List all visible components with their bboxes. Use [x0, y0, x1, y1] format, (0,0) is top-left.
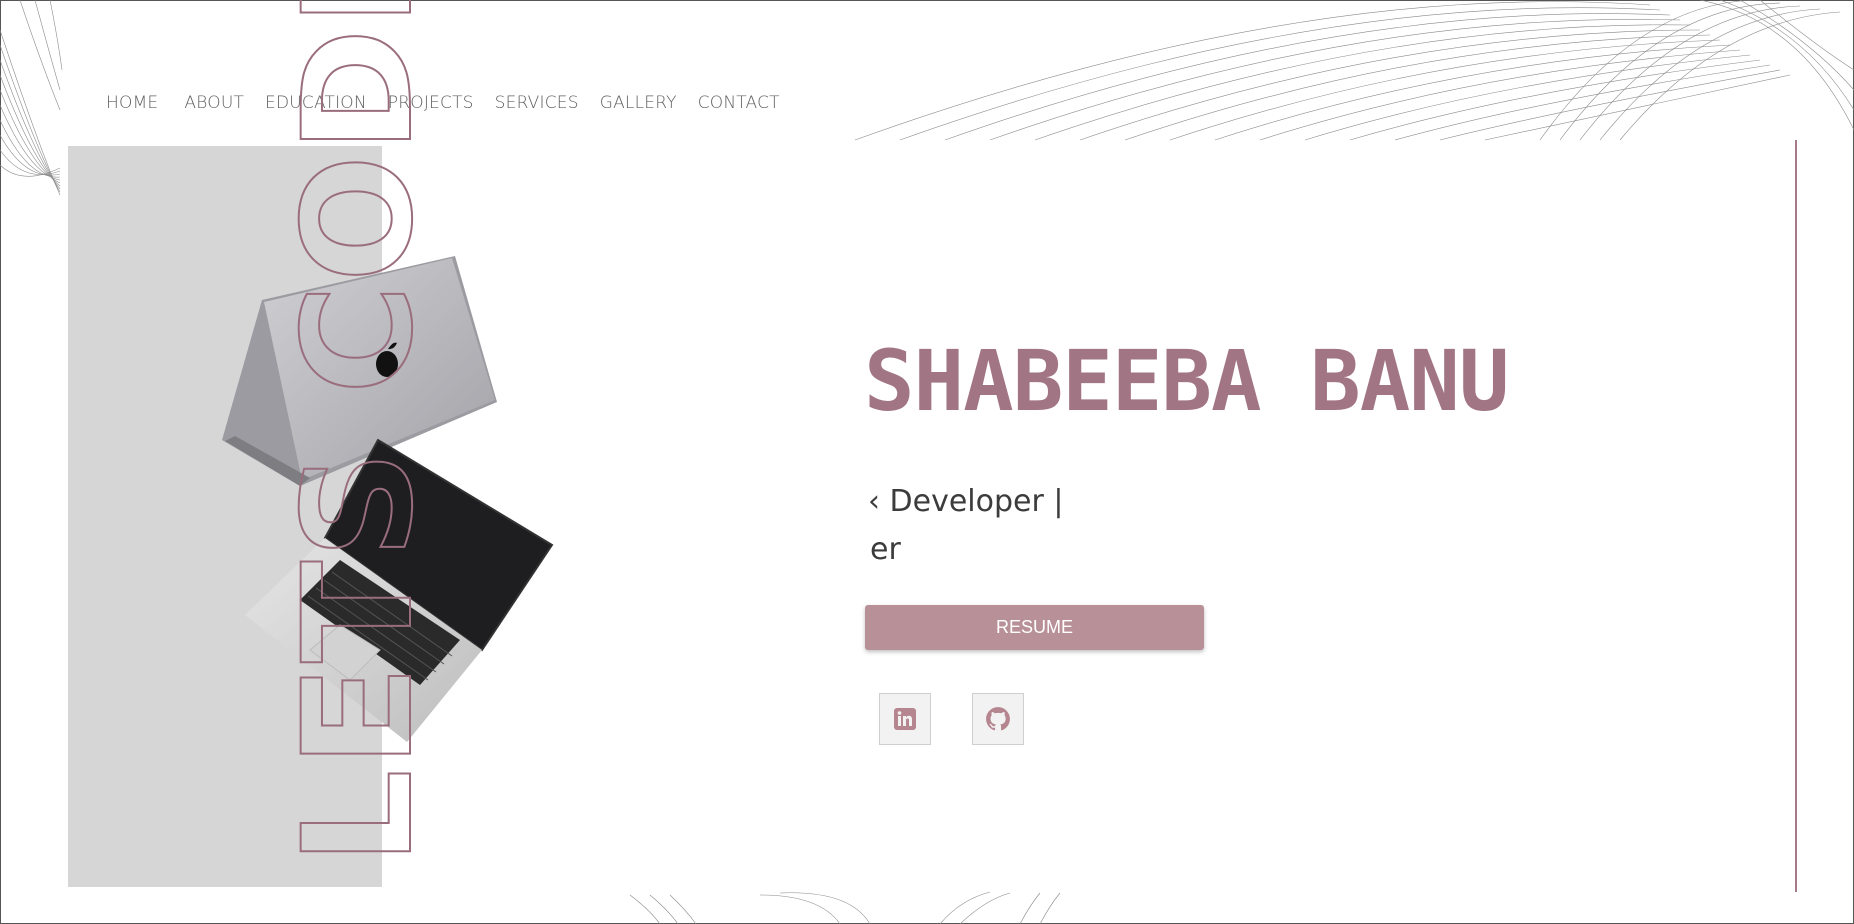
linkedin-icon — [894, 708, 916, 730]
typed-role-line-2: er — [870, 532, 901, 567]
github-link[interactable] — [972, 693, 1024, 745]
resume-button[interactable]: RESUME — [865, 605, 1204, 650]
linkedin-link[interactable] — [879, 693, 931, 745]
typed-role-line-1: ‹ Developer | — [868, 484, 1064, 519]
vertical-title-text: LETS CODE — [272, 0, 446, 865]
vertical-title-outline: LETS CODE — [271, 0, 447, 866]
github-icon — [986, 707, 1010, 731]
hero-name: SHABEEBA BANU — [864, 332, 1509, 430]
right-divider — [1795, 140, 1797, 892]
